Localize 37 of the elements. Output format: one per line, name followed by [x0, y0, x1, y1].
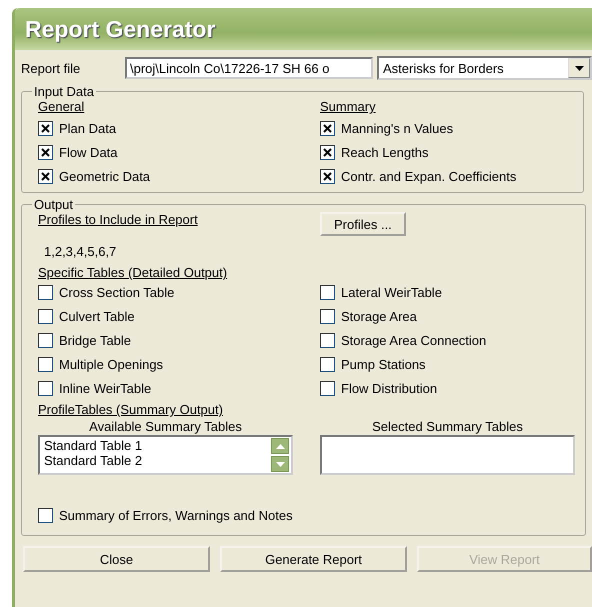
checkbox-label: Lateral WeirTable: [341, 284, 442, 300]
section-heading: Specific Tables (Detailed Output): [38, 265, 228, 280]
dialog-button[interactable]: Close: [23, 546, 210, 572]
checkbox-label: Flow Distribution: [341, 380, 438, 396]
checkbox-label: Flow Data: [59, 144, 118, 160]
border-style-dropdown[interactable]: Asterisks for Borders: [377, 56, 592, 80]
list-item[interactable]: Standard Table 2: [44, 453, 142, 468]
checkbox-label: Culvert Table: [59, 308, 135, 324]
field-label: Report file: [21, 60, 82, 76]
checkbox-label: Plan Data: [59, 120, 116, 136]
checkbox-label: Pump Stations: [341, 356, 426, 372]
checkbox-label: Reach Lengths: [341, 144, 428, 160]
checkbox-label: Storage Area Connection: [341, 332, 486, 348]
section-heading: Summary: [320, 99, 376, 114]
profile-list: 1,2,3,4,5,6,7: [38, 238, 575, 263]
checkbox-label: Bridge Table: [59, 332, 132, 348]
list-label: Available Summary Tables: [88, 419, 243, 434]
checkbox-label: Manning's n Values: [341, 120, 454, 136]
section-heading: ProfileTables (Summary Output): [38, 402, 223, 417]
checkbox-label: Storage Area: [341, 308, 417, 324]
window-title: Report Generator: [25, 16, 216, 42]
section-heading: Profiles to Include in Report: [38, 212, 199, 227]
profiles-button[interactable]: Profiles ...: [320, 212, 406, 236]
group-title: Input Data: [33, 84, 95, 99]
available-tables-list[interactable]: Standard Table 1 Standard Table 2: [38, 435, 293, 475]
checkbox-label: Summary of Errors, Warnings and Notes: [59, 508, 293, 522]
checkbox-label: Cross Section Table: [59, 284, 174, 300]
section-heading: General: [38, 99, 84, 114]
group-title: Output: [33, 197, 74, 212]
checkbox-label: Multiple Openings: [59, 356, 164, 372]
checkbox-label: Geometric Data: [59, 168, 150, 184]
dialog-button[interactable]: Generate Report: [220, 546, 407, 572]
list-label: Selected Summary Tables: [371, 419, 524, 434]
checkbox-label: Contr. and Expan. Coefficients: [341, 168, 516, 184]
checkbox-label: Inline WeirTable: [59, 380, 152, 396]
input-field[interactable]: \proj\Lincoln Co\17226-17 SH 66 o: [125, 57, 373, 79]
list-item[interactable]: Standard Table 1: [44, 438, 142, 453]
